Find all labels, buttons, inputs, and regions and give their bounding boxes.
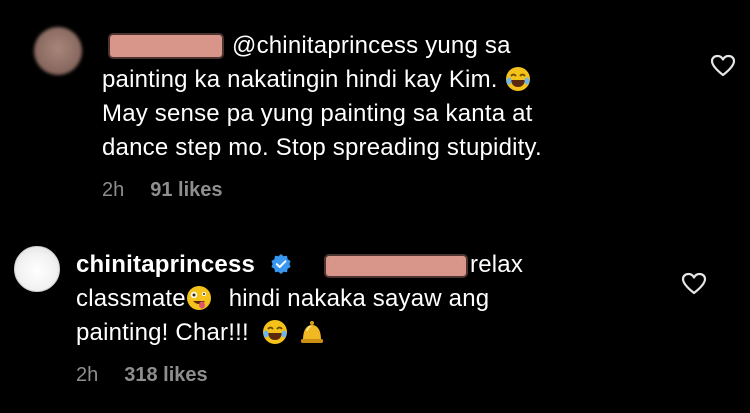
timestamp: 2h [76, 364, 99, 386]
comment-text: hindi nakaka sayaw ang [228, 285, 490, 312]
comment-text: classmate [76, 285, 186, 312]
redacted-mention [326, 256, 466, 276]
comment-text: painting! Char!!! [76, 319, 249, 346]
likes-count[interactable]: 318 likes [124, 364, 207, 386]
comment-meta: 2h 318 likes [76, 364, 208, 387]
verified-badge-icon [271, 254, 291, 274]
laughing-emoji-icon [262, 320, 287, 344]
comment-item: chinitaprincess relax classmate hindi na… [0, 0, 750, 386]
heart-icon[interactable] [681, 272, 707, 296]
bell-emoji-icon [300, 321, 323, 343]
avatar[interactable] [14, 246, 60, 292]
comment-text: relax [470, 251, 524, 278]
username-link[interactable]: chinitaprincess [76, 251, 255, 278]
zany-face-emoji-icon [186, 286, 211, 310]
